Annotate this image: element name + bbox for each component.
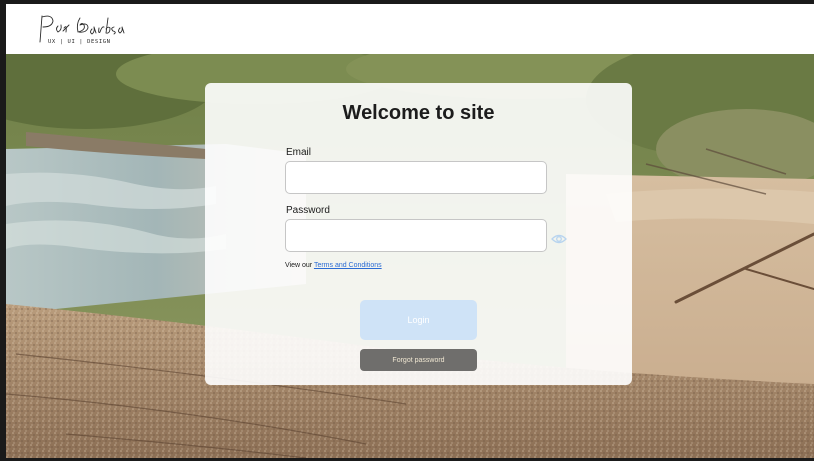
forgot-password-button[interactable]: Forgot password (360, 349, 477, 371)
terms-prefix: View our (285, 262, 314, 269)
login-button[interactable]: Login (360, 300, 477, 340)
signature-logo-icon: UX | UI | DESIGN (39, 15, 125, 45)
email-field[interactable] (285, 161, 547, 194)
terms-text: View our Terms and Conditions (285, 262, 382, 269)
page-title: Welcome to site (342, 102, 495, 124)
eye-icon[interactable] (551, 233, 567, 245)
password-field[interactable] (285, 219, 547, 252)
email-label: Email (286, 147, 312, 158)
terms-link[interactable]: Terms and Conditions (314, 262, 382, 269)
password-label: Password (286, 205, 330, 216)
top-bar: UX | UI | DESIGN (6, 4, 814, 54)
login-card: Welcome to site Email Password View our … (205, 83, 632, 385)
svg-text:UX | UI | DESIGN: UX | UI | DESIGN (48, 39, 111, 45)
